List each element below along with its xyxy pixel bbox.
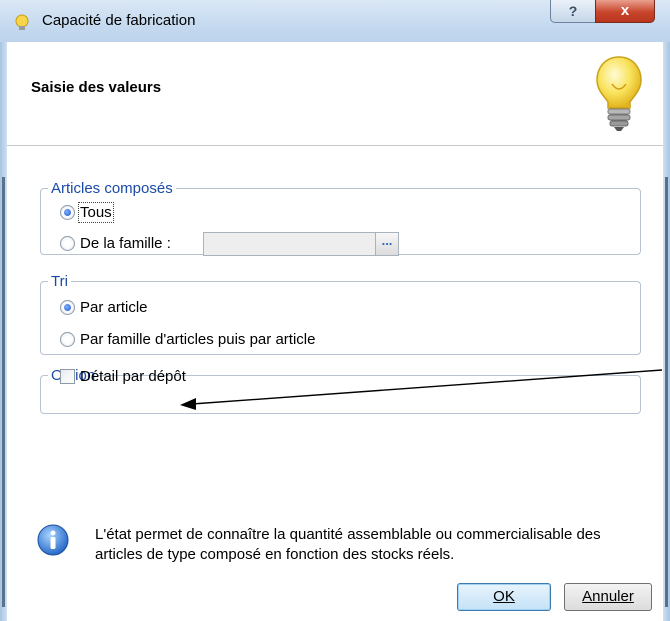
help-button[interactable]: ? (550, 0, 596, 23)
radio-tous[interactable]: Tous (60, 202, 114, 223)
checkbox[interactable] (60, 369, 75, 384)
tri-legend: Tri (51, 273, 68, 290)
info-message: L'état permet de connaître la quantité a… (95, 526, 601, 563)
detail-par-depot-checkbox[interactable]: Détail par dépôt (60, 368, 186, 385)
detail-par-depot-label: Détail par dépôt (80, 368, 186, 385)
radio-par-famille-article[interactable]: Par famille d'articles puis par article (60, 331, 315, 348)
radio-de-la-famille[interactable]: De la famille : (60, 235, 171, 252)
ok-button[interactable]: OK (457, 583, 551, 611)
radio-button[interactable] (60, 236, 75, 251)
family-select-field[interactable]: ... (203, 232, 399, 256)
radio-par-article-label: Par article (80, 299, 148, 316)
dialog-content: Articles composés Tous De la famille : .… (7, 146, 663, 621)
browse-family-button[interactable]: ... (375, 233, 398, 255)
dialog-client-area: Saisie des valeurs Articles composés Tou… (7, 42, 663, 621)
radio-button-selected[interactable] (60, 205, 75, 220)
window-title: Capacité de fabrication (42, 12, 196, 29)
window-frame-left (0, 42, 7, 621)
radio-par-article[interactable]: Par article (60, 299, 148, 316)
close-button[interactable]: x (595, 0, 655, 23)
info-icon (37, 524, 69, 556)
radio-button-selected[interactable] (60, 300, 75, 315)
ok-button-label: OK (493, 588, 515, 605)
lightbulb-icon (596, 56, 642, 131)
radio-button[interactable] (60, 332, 75, 347)
cancel-button-label: Annuler (582, 588, 634, 605)
page-title: Saisie des valeurs (31, 79, 162, 96)
radio-tous-label: Tous (78, 202, 114, 223)
lightbulb-icon (15, 14, 29, 30)
title-bar[interactable]: Capacité de fabrication ? x (0, 0, 670, 42)
window-frame-right (663, 42, 670, 621)
articles-composes-legend: Articles composés (51, 180, 173, 197)
radio-de-la-famille-label: De la famille : (80, 235, 171, 252)
radio-par-famille-article-label: Par famille d'articles puis par article (80, 331, 316, 348)
header-band: Saisie des valeurs (7, 42, 663, 146)
dialog-window: Capacité de fabrication ? x Saisie des v… (0, 0, 670, 621)
cancel-button[interactable]: Annuler (564, 583, 652, 611)
